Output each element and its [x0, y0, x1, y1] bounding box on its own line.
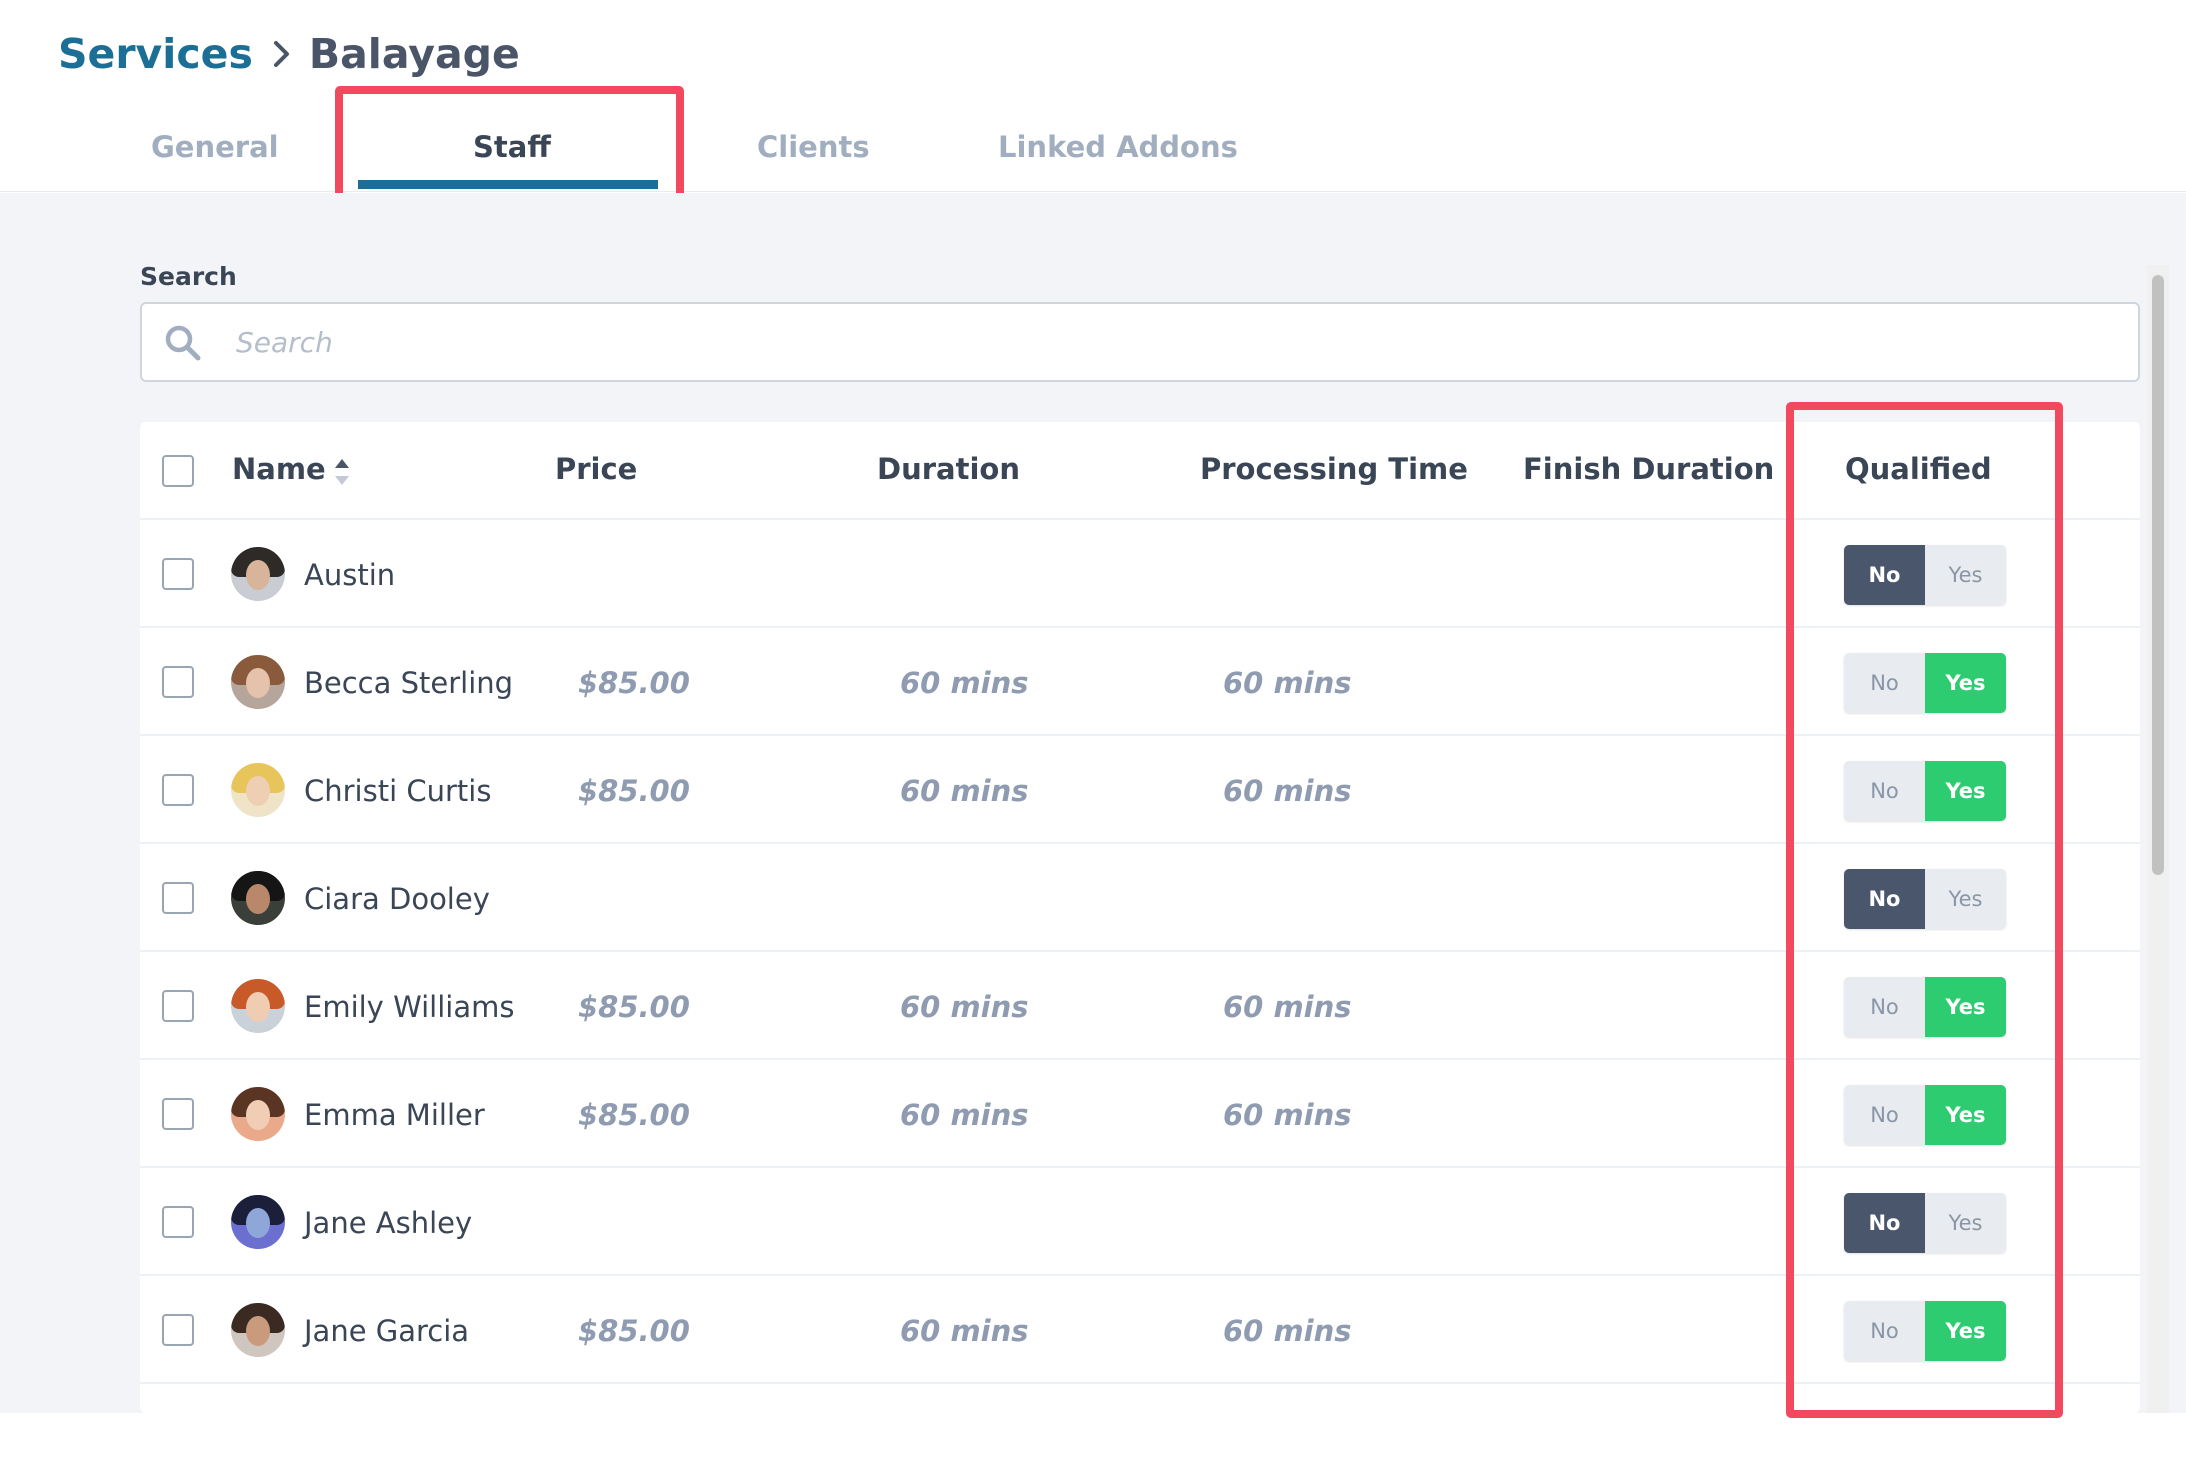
avatar: [231, 763, 285, 817]
avatar: [231, 1195, 285, 1249]
price-cell: $85.00: [578, 1314, 690, 1348]
processing-time-cell: 60 mins: [1223, 1098, 1352, 1132]
processing-time-cell: 60 mins: [1223, 1314, 1352, 1348]
processing-time-cell: 60 mins: [1223, 666, 1352, 700]
avatar: [231, 871, 285, 925]
page-title: Balayage: [308, 30, 520, 78]
staff-name: Becca Sterling: [304, 666, 514, 700]
breadcrumb: Services Balayage: [58, 30, 520, 78]
tab-linked-addons[interactable]: Linked Addons: [998, 130, 1238, 164]
staff-name: Austin: [304, 558, 396, 592]
row-checkbox[interactable]: [162, 1098, 194, 1130]
row-checkbox[interactable]: [162, 882, 194, 914]
avatar: [231, 979, 285, 1033]
avatar: [231, 547, 285, 601]
tab-general[interactable]: General: [151, 130, 279, 164]
column-header-name[interactable]: Name: [232, 452, 326, 486]
duration-cell: 60 mins: [900, 1098, 1029, 1132]
select-all-checkbox[interactable]: [162, 455, 194, 487]
processing-time-cell: 60 mins: [1223, 774, 1352, 808]
search-input[interactable]: [236, 306, 2116, 378]
row-checkbox[interactable]: [162, 666, 194, 698]
header: Services Balayage General Staff Clients …: [0, 0, 2186, 192]
row-checkbox[interactable]: [162, 558, 194, 590]
avatar: [231, 655, 285, 709]
staff-name: Christi Curtis: [304, 774, 492, 808]
row-checkbox[interactable]: [162, 990, 194, 1022]
row-checkbox[interactable]: [162, 1314, 194, 1346]
staff-name: Emily Williams: [304, 990, 515, 1024]
duration-cell: 60 mins: [900, 774, 1029, 808]
chevron-right-icon: [271, 39, 293, 69]
processing-time-cell: 60 mins: [1223, 990, 1352, 1024]
price-cell: $85.00: [578, 1098, 690, 1132]
duration-cell: 60 mins: [900, 1314, 1029, 1348]
footer-strip: [0, 1413, 2186, 1458]
avatar: [231, 1087, 285, 1141]
qualified-column-highlight: [1786, 402, 2063, 1418]
scrollbar-thumb[interactable]: [2152, 275, 2164, 875]
avatar: [231, 1303, 285, 1357]
row-checkbox[interactable]: [162, 1206, 194, 1238]
breadcrumb-services-link[interactable]: Services: [58, 30, 253, 78]
column-header-price: Price: [555, 452, 638, 486]
price-cell: $85.00: [578, 774, 690, 808]
row-checkbox[interactable]: [162, 774, 194, 806]
price-cell: $85.00: [578, 666, 690, 700]
duration-cell: 60 mins: [900, 990, 1029, 1024]
column-header-duration: Duration: [877, 452, 1020, 486]
price-cell: $85.00: [578, 990, 690, 1024]
search-icon: [164, 324, 202, 366]
tab-clients[interactable]: Clients: [757, 130, 870, 164]
staff-name: Jane Garcia: [304, 1314, 470, 1348]
search-field[interactable]: [140, 302, 2140, 382]
staff-name: Emma Miller: [304, 1098, 485, 1132]
staff-name: Jane Ashley: [304, 1206, 473, 1240]
column-header-finish-duration: Finish Duration: [1523, 452, 1775, 486]
column-header-processing-time: Processing Time: [1200, 452, 1468, 486]
tab-bar: General Staff Clients Linked Addons: [0, 120, 1400, 192]
search-label: Search: [140, 262, 237, 291]
staff-name: Ciara Dooley: [304, 882, 490, 916]
duration-cell: 60 mins: [900, 666, 1029, 700]
sort-icon[interactable]: [332, 456, 352, 492]
